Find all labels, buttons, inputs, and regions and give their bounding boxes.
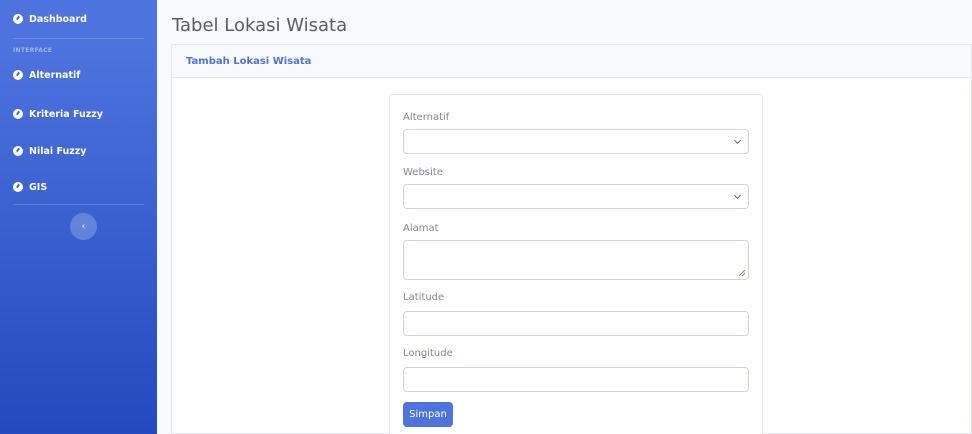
sidebar-item-label: GIS [29,181,48,193]
simpan-button[interactable]: Simpan [403,402,453,427]
sidebar-item-dashboard[interactable]: Dashboard [0,9,157,29]
chevron-left-icon: ‹ [81,221,86,232]
sidebar: Dashboard INTERFACE Alternatif Kriteria … [0,0,157,434]
alamat-textarea[interactable] [403,240,749,280]
website-label: Website [403,167,443,178]
page-title: Tabel Lokasi Wisata [172,15,348,36]
sidebar-heading: INTERFACE [13,47,53,54]
tachometer-icon [13,109,23,119]
sidebar-divider [13,38,144,39]
tachometer-icon [13,182,23,192]
resize-grip-icon[interactable] [739,270,745,276]
sidebar-item-kriteria-fuzzy[interactable]: Kriteria Fuzzy [0,104,157,124]
longitude-input[interactable] [403,367,749,392]
alternatif-label: Alternatif [403,112,450,123]
longitude-label: Longitude [403,348,453,359]
tachometer-icon [13,146,23,156]
sidebar-item-label: Kriteria Fuzzy [29,108,103,120]
lokasi-wisata-form: Alternatif Website Alamat Latitude Longi… [389,94,763,434]
sidebar-item-label: Alternatif [29,69,81,81]
website-select[interactable] [403,184,749,209]
tachometer-icon [13,14,23,24]
tachometer-icon [13,70,23,80]
sidebar-divider [13,204,144,205]
sidebar-item-label: Nilai Fuzzy [29,145,87,157]
chevron-down-icon [733,191,742,200]
latitude-input[interactable] [403,311,749,336]
sidebar-item-nilai-fuzzy[interactable]: Nilai Fuzzy [0,141,157,161]
latitude-label: Latitude [403,292,445,303]
sidebar-item-label: Dashboard [29,13,87,25]
chevron-down-icon [733,136,742,145]
card-header: Tambah Lokasi Wisata [172,45,971,78]
card-title: Tambah Lokasi Wisata [186,55,312,67]
sidebar-item-alternatif[interactable]: Alternatif [0,65,157,85]
sidebar-item-gis[interactable]: GIS [0,177,157,197]
sidebar-toggle-button[interactable]: ‹ [70,213,97,240]
alternatif-select[interactable] [403,129,749,154]
alamat-label: Alamat [403,223,439,234]
form-card: Tambah Lokasi Wisata Alternatif Website … [171,44,972,434]
